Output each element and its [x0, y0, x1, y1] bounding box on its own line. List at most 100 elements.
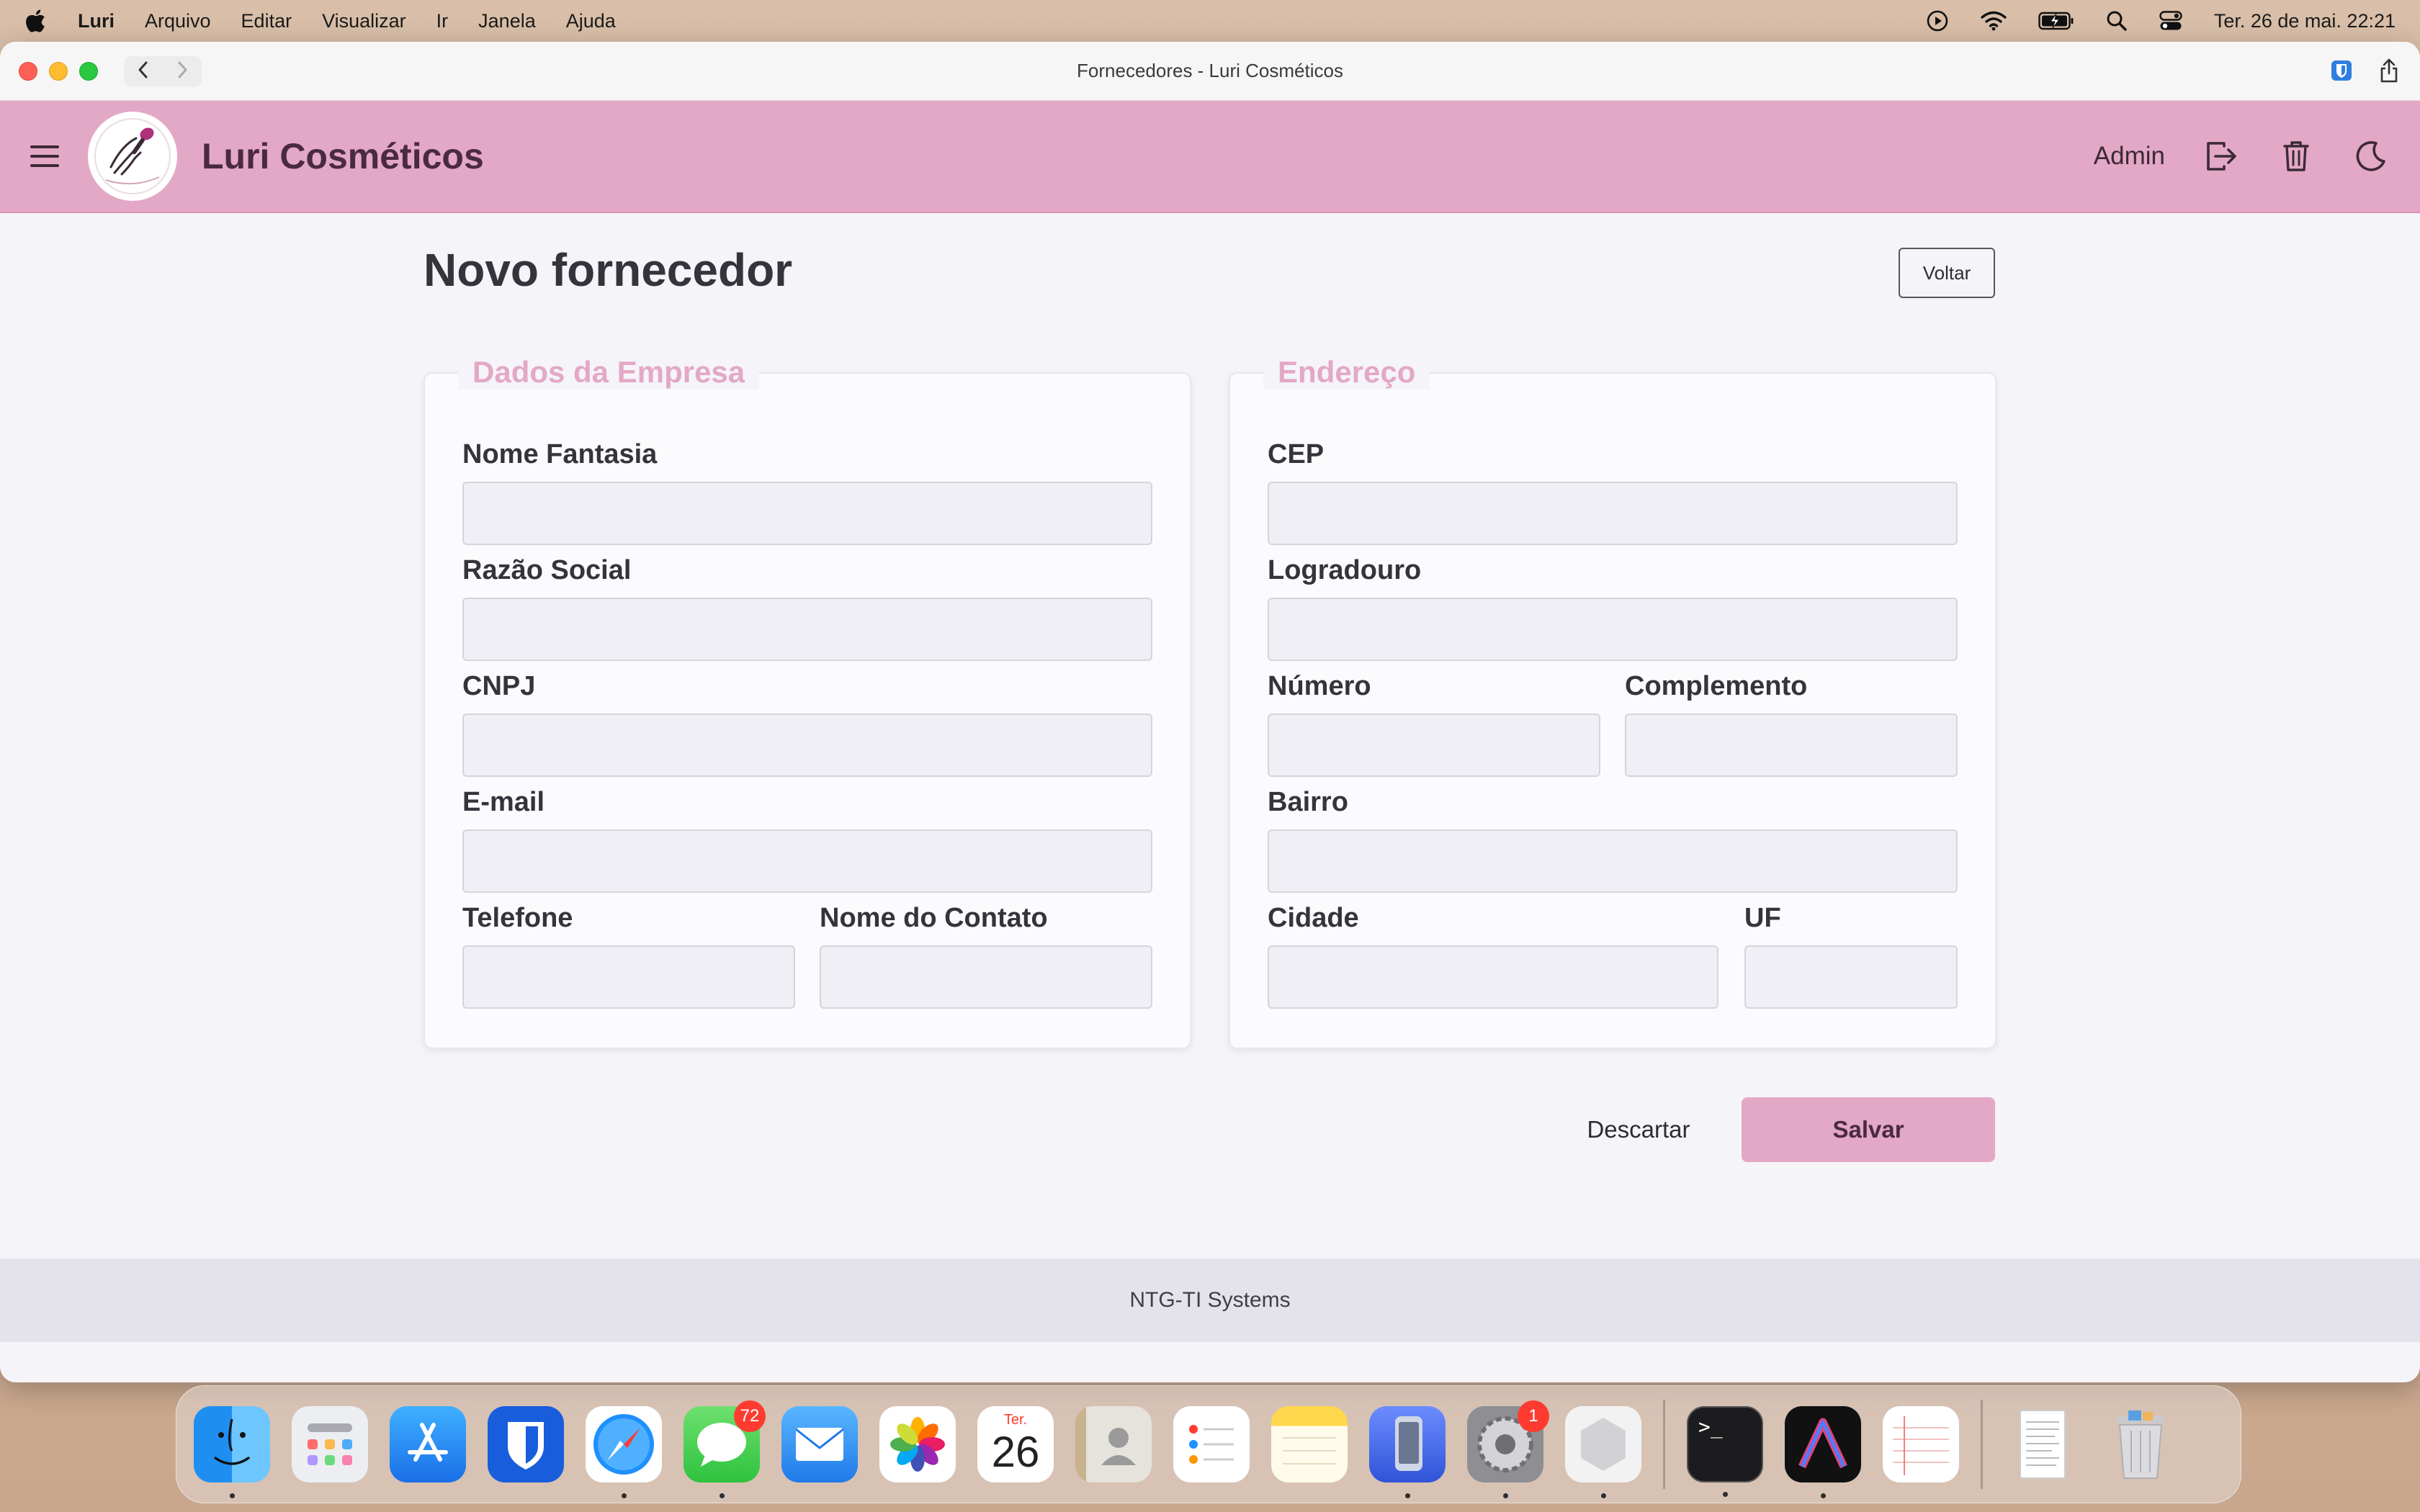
field-group-numero: Número [1268, 667, 1600, 777]
discard-button[interactable]: Descartar [1563, 1097, 1714, 1162]
razao-social-label: Razão Social [462, 555, 632, 585]
window-titlebar: Fornecedores - Luri Cosméticos [0, 42, 2420, 101]
email-input[interactable] [462, 829, 1152, 893]
email-label: E-mail [462, 787, 545, 817]
messages-badge: 72 [734, 1400, 766, 1432]
menu-editar[interactable]: Editar [241, 10, 292, 32]
app-header: Luri Cosméticos Admin [0, 101, 2420, 213]
telefone-input[interactable] [462, 945, 795, 1009]
menu-ir[interactable]: Ir [436, 10, 449, 32]
apple-menu-icon[interactable] [24, 9, 53, 33]
field-group-cidade: Cidade [1268, 899, 1718, 1009]
address-card-legend: Endereço [1263, 355, 1430, 390]
photos-icon[interactable] [879, 1406, 956, 1482]
notes-icon[interactable] [1271, 1406, 1348, 1482]
reminders-icon[interactable] [1173, 1406, 1250, 1482]
page-title: Novo fornecedor [424, 244, 793, 296]
save-button[interactable]: Salvar [1742, 1097, 1995, 1162]
safari-icon[interactable] [586, 1406, 662, 1498]
trash-icon[interactable] [2277, 138, 2315, 175]
field-group-bairro: Bairro [1268, 783, 1958, 893]
settings-badge: 1 [1518, 1400, 1549, 1432]
logradouro-label: Logradouro [1268, 555, 1422, 585]
field-group-logradouro: Logradouro [1268, 552, 1958, 661]
app-store-icon[interactable] [390, 1406, 466, 1482]
battery-icon[interactable] [2038, 12, 2074, 30]
menu-ajuda[interactable]: Ajuda [566, 10, 616, 32]
company-data-card: Dados da Empresa Nome Fantasia Razão Soc… [424, 355, 1191, 1049]
share-icon[interactable] [2378, 58, 2400, 87]
footer-text: NTG-TI Systems [1129, 1288, 1291, 1312]
cnpj-input[interactable] [462, 714, 1152, 777]
calendar-day: 26 [991, 1428, 1040, 1476]
menu-janela[interactable]: Janela [478, 10, 536, 32]
terminal-icon[interactable]: >_ [1687, 1406, 1763, 1497]
cidade-label: Cidade [1268, 903, 1359, 933]
user-name[interactable]: Admin [2094, 142, 2165, 171]
finder-icon[interactable] [194, 1406, 270, 1498]
play-icon[interactable] [1926, 9, 1949, 32]
menu-visualizar[interactable]: Visualizar [322, 10, 406, 32]
simulator-icon[interactable] [1369, 1406, 1446, 1498]
company-card-legend: Dados da Empresa [458, 355, 760, 390]
logout-icon[interactable] [2202, 138, 2240, 175]
window-title: Fornecedores - Luri Cosméticos [1077, 60, 1343, 81]
bairro-label: Bairro [1268, 787, 1348, 817]
terminal-prompt: >_ [1698, 1415, 1723, 1439]
document-stack-icon[interactable] [2004, 1406, 2081, 1482]
launchpad-icon[interactable] [292, 1406, 368, 1482]
complemento-label: Complemento [1625, 671, 1808, 701]
control-center-icon[interactable] [2159, 11, 2182, 31]
trash-bin-icon[interactable] [2102, 1406, 2179, 1482]
uf-input[interactable] [1744, 945, 1958, 1009]
calendar-icon[interactable]: Ter. 26 [977, 1406, 1054, 1482]
field-group-telefone: Telefone [462, 899, 795, 1009]
nome-contato-label: Nome do Contato [820, 903, 1048, 933]
field-group-razao-social: Razão Social [462, 552, 1152, 661]
numero-input[interactable] [1268, 714, 1600, 777]
cidade-input[interactable] [1268, 945, 1718, 1009]
cnpj-label: CNPJ [462, 671, 536, 701]
page-content: Novo fornecedor Voltar Dados da Empresa … [0, 213, 2420, 1259]
logradouro-input[interactable] [1268, 598, 1958, 661]
dock-separator [1981, 1400, 1983, 1489]
contacts-icon[interactable] [1075, 1406, 1152, 1482]
field-group-nome-contato: Nome do Contato [820, 899, 1152, 1009]
menubar-clock[interactable]: Ter. 26 de mai. 22:21 [2214, 10, 2396, 32]
generic-app-hexagon-icon[interactable] [1565, 1406, 1641, 1498]
brand-name: Luri Cosméticos [202, 136, 484, 176]
menu-app-name[interactable]: Luri [78, 10, 115, 32]
address-card: Endereço CEP Logradouro Número Complemen… [1229, 355, 1996, 1049]
brand-logo [88, 112, 177, 201]
numero-label: Número [1268, 671, 1371, 701]
field-group-cep: CEP [1268, 436, 1958, 545]
back-button[interactable]: Voltar [1899, 248, 1995, 298]
nome-fantasia-input[interactable] [462, 482, 1152, 545]
hamburger-menu-icon[interactable] [30, 145, 59, 167]
mail-icon[interactable] [781, 1406, 858, 1482]
field-group-cnpj: CNPJ [462, 667, 1152, 777]
telefone-label: Telefone [462, 903, 573, 933]
macos-dock: 72 Ter. 26 1 >_ [176, 1385, 2241, 1503]
field-group-nome-fantasia: Nome Fantasia [462, 436, 1152, 545]
bairro-input[interactable] [1268, 829, 1958, 893]
nome-contato-input[interactable] [820, 945, 1152, 1009]
nome-fantasia-label: Nome Fantasia [462, 439, 658, 469]
messages-icon[interactable]: 72 [684, 1400, 766, 1498]
dark-mode-moon-icon[interactable] [2352, 138, 2390, 175]
textedit-icon[interactable] [1883, 1406, 1959, 1482]
field-group-complemento: Complemento [1625, 667, 1958, 777]
system-settings-icon[interactable]: 1 [1467, 1400, 1549, 1498]
arc-browser-icon[interactable] [1785, 1406, 1861, 1498]
cep-label: CEP [1268, 439, 1325, 469]
menu-arquivo[interactable]: Arquivo [145, 10, 211, 32]
cep-input[interactable] [1268, 482, 1958, 545]
field-group-email: E-mail [462, 783, 1152, 893]
bitwarden-icon[interactable] [488, 1406, 564, 1482]
password-manager-icon[interactable] [2331, 60, 2352, 85]
wifi-icon[interactable] [1981, 11, 2007, 31]
dock-separator [1663, 1400, 1665, 1489]
spotlight-search-icon[interactable] [2106, 10, 2128, 32]
razao-social-input[interactable] [462, 598, 1152, 661]
complemento-input[interactable] [1625, 714, 1958, 777]
